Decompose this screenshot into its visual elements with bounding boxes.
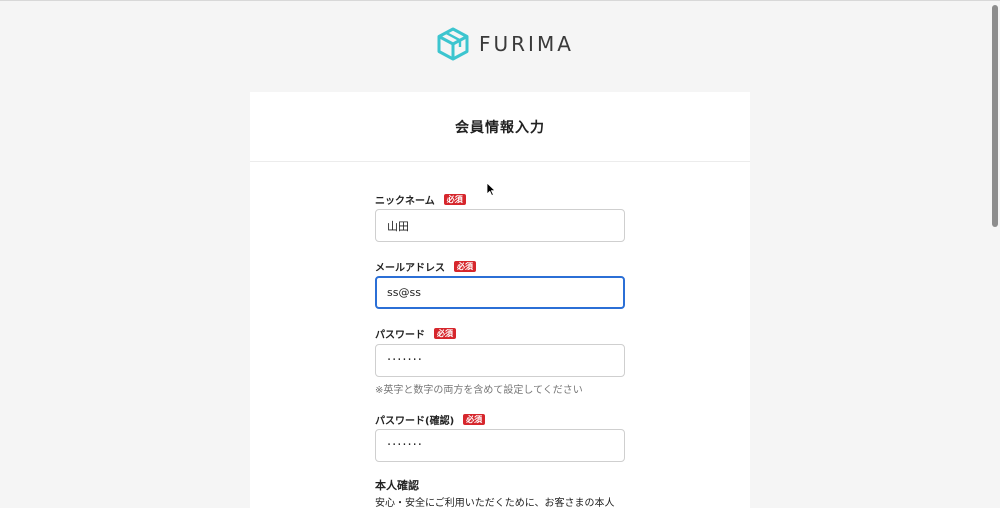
furima-logo[interactable]: FURIMA xyxy=(436,27,574,61)
password-confirm-input[interactable] xyxy=(375,429,625,462)
email-input[interactable] xyxy=(375,276,625,309)
mouse-cursor-icon xyxy=(486,182,496,196)
email-label-row: メールアドレス 必須 xyxy=(375,259,476,274)
email-label: メールアドレス xyxy=(375,263,445,274)
nickname-label: ニックネーム xyxy=(375,196,435,207)
nickname-label-row: ニックネーム 必須 xyxy=(375,192,466,207)
cube-logo-icon xyxy=(437,27,469,61)
scrollbar-thumb[interactable] xyxy=(992,5,998,227)
brand-name: FURIMA xyxy=(479,32,574,56)
required-badge: 必須 xyxy=(463,414,486,425)
signup-page: FURIMA 会員情報入力 ニックネーム 必須 メールアドレス 必須 パスワード… xyxy=(0,0,1000,508)
password-label-row: パスワード 必須 xyxy=(375,326,456,341)
page-title: 会員情報入力 xyxy=(455,119,545,136)
identity-section-title: 本人確認 xyxy=(375,479,419,492)
form-header: 会員情報入力 xyxy=(250,92,750,162)
required-badge: 必須 xyxy=(443,194,466,205)
nickname-input[interactable] xyxy=(375,209,625,242)
password-confirm-label-row: パスワード(確認) 必須 xyxy=(375,412,486,427)
password-hint: ※英字と数字の両方を含めて設定してください xyxy=(375,385,583,396)
password-confirm-label: パスワード(確認) xyxy=(375,416,455,427)
required-badge: 必須 xyxy=(454,261,476,272)
password-label: パスワード xyxy=(375,330,425,341)
password-input[interactable] xyxy=(375,344,625,377)
signup-form-card: 会員情報入力 ニックネーム 必須 メールアドレス 必須 パスワード 必須 ※英字… xyxy=(250,92,750,508)
identity-section-description: 安心・安全にご利用いただくために、お客さまの本人 xyxy=(375,498,615,508)
page-scrollbar[interactable] xyxy=(990,1,1000,508)
required-badge: 必須 xyxy=(434,328,456,339)
